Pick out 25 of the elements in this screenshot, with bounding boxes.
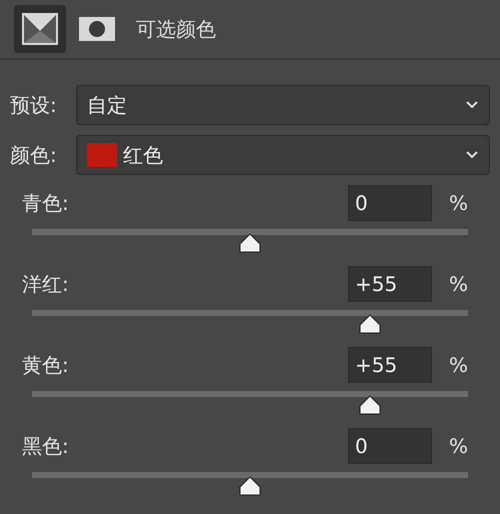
color-label: 颜色: <box>10 142 58 169</box>
percent-label: % <box>448 352 468 379</box>
value-field[interactable]: 0 <box>348 185 432 221</box>
percent-label: % <box>448 190 468 217</box>
percent-label: % <box>448 271 468 298</box>
panel-title: 可选颜色 <box>136 16 216 43</box>
pixel-mask-button[interactable] <box>14 5 66 53</box>
envelope-icon <box>20 11 60 47</box>
slider-thumb[interactable] <box>358 314 382 334</box>
value-field[interactable]: +55 <box>348 347 432 383</box>
value-field[interactable]: +55 <box>348 266 432 302</box>
preset-label: 预设: <box>10 92 58 119</box>
slider-thumb[interactable] <box>358 395 382 415</box>
slider-label: 黑色: <box>22 433 69 460</box>
value-field[interactable]: 0 <box>348 428 432 464</box>
percent-label: % <box>448 433 468 460</box>
slider-thumb[interactable] <box>238 476 262 496</box>
preset-dropdown[interactable]: 自定 <box>76 85 490 125</box>
slider-label: 青色: <box>22 190 69 217</box>
slider-label: 洋红: <box>22 271 69 298</box>
slider-label: 黄色: <box>22 352 69 379</box>
slider-thumb[interactable] <box>238 233 262 253</box>
chevron-icon <box>465 100 479 110</box>
chevron-icon <box>465 150 479 160</box>
color-dropdown[interactable]: 红色 <box>76 135 490 175</box>
